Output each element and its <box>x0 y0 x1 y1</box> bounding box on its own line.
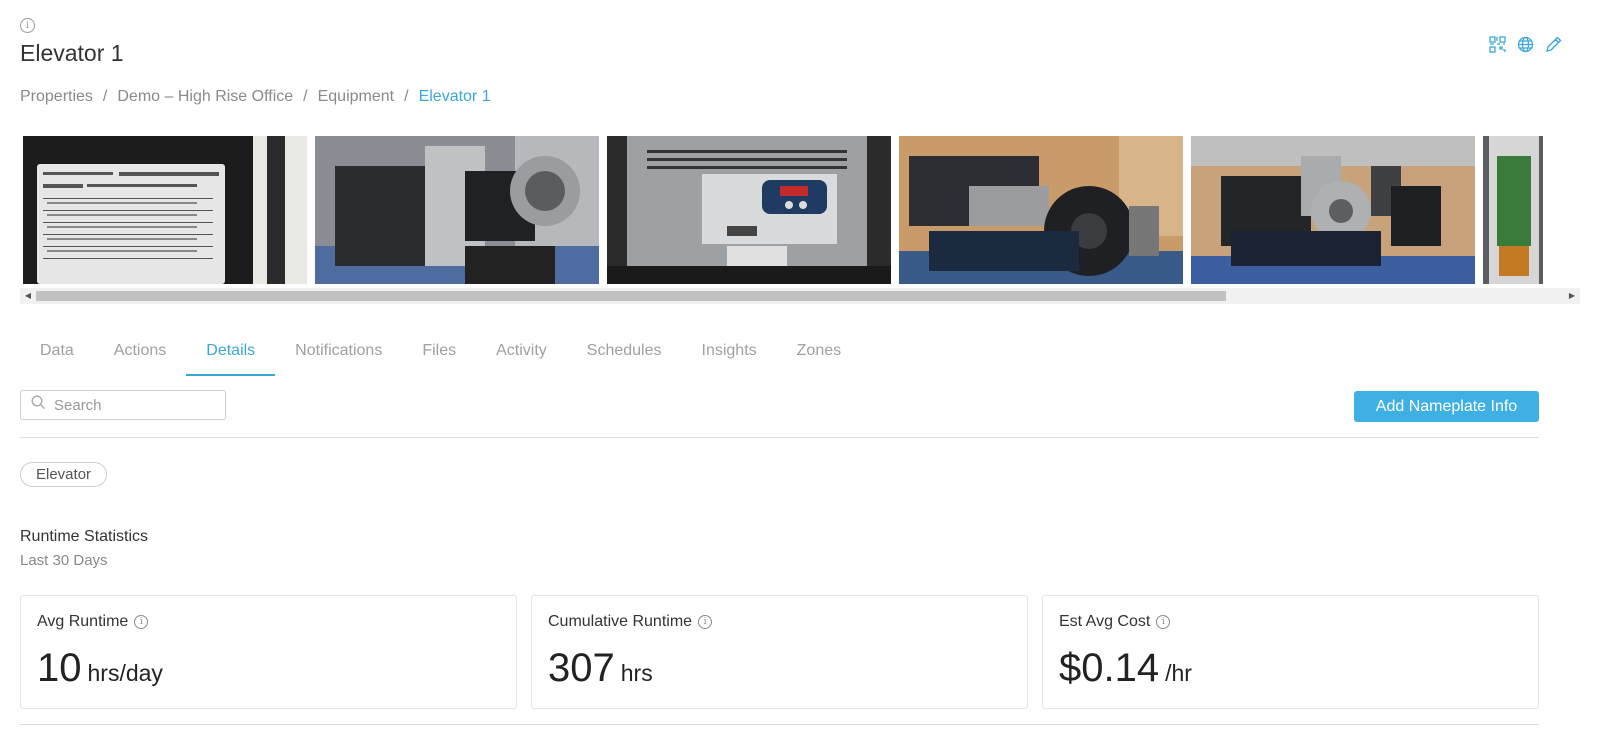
est-avg-cost-card: Est Avg Cost i $0.14/hr <box>1042 595 1539 709</box>
qr-code-icon[interactable] <box>1487 34 1507 54</box>
elevator-machine-photo[interactable] <box>1191 136 1475 284</box>
pencil-icon[interactable] <box>1543 34 1563 54</box>
search-box <box>20 390 226 420</box>
tab-insights[interactable]: Insights <box>682 330 777 376</box>
search-icon <box>31 395 46 415</box>
breadcrumb-item-property[interactable]: Demo – High Rise Office <box>117 88 293 106</box>
nameplate-label-photo[interactable] <box>23 136 307 284</box>
header-actions <box>1487 34 1563 54</box>
globe-icon[interactable] <box>1515 34 1535 54</box>
breadcrumb-separator: / <box>102 88 108 105</box>
info-icon[interactable]: i <box>20 18 35 33</box>
card-unit: /hr <box>1165 660 1192 686</box>
add-nameplate-info-button[interactable]: Add Nameplate Info <box>1354 391 1539 422</box>
scrollbar-thumb[interactable] <box>36 291 1226 301</box>
cumulative-runtime-card: Cumulative Runtime i 307 hrs <box>531 595 1028 709</box>
tab-zones[interactable]: Zones <box>777 330 861 376</box>
machine-room-photo[interactable] <box>899 136 1183 284</box>
tab-schedules[interactable]: Schedules <box>567 330 682 376</box>
card-value: 307 <box>548 646 615 690</box>
card-unit: hrs <box>620 660 653 686</box>
breadcrumb-separator: / <box>303 88 308 105</box>
runtime-statistics-subtitle: Last 30 Days <box>20 552 108 569</box>
breadcrumb-item-equipment[interactable]: Equipment <box>318 88 395 106</box>
page-title: Elevator 1 <box>20 40 124 66</box>
info-icon[interactable]: i <box>698 615 713 629</box>
card-label: Cumulative Runtime <box>548 613 693 630</box>
avg-runtime-card: Avg Runtime i 10 hrs/day <box>20 595 517 709</box>
breadcrumb-separator: / <box>404 88 409 105</box>
motor-side-photo[interactable] <box>315 136 599 284</box>
drive-controller-photo[interactable] <box>607 136 891 284</box>
tab-bar: Data Actions Details Notifications Files… <box>20 330 861 376</box>
card-value: $0.14 <box>1059 646 1160 690</box>
scroll-left-icon[interactable]: ◀ <box>23 291 33 301</box>
tab-notifications[interactable]: Notifications <box>275 330 402 376</box>
control-cabinet-photo[interactable] <box>1483 136 1543 284</box>
search-input[interactable] <box>54 396 214 414</box>
divider <box>20 724 1539 725</box>
breadcrumb-current: Elevator 1 <box>418 88 491 105</box>
photo-gallery <box>20 136 1580 286</box>
divider <box>20 437 1539 438</box>
runtime-statistics-title: Runtime Statistics <box>20 528 149 545</box>
tab-files[interactable]: Files <box>402 330 476 376</box>
card-value: 10 <box>37 646 82 690</box>
tab-data[interactable]: Data <box>20 330 94 376</box>
card-unit: hrs/day <box>87 660 163 686</box>
info-icon[interactable]: i <box>1156 615 1171 629</box>
info-icon[interactable]: i <box>134 615 149 629</box>
card-label: Est Avg Cost <box>1059 613 1151 630</box>
tab-activity[interactable]: Activity <box>476 330 567 376</box>
gallery-scrollbar[interactable]: ◀ ▶ <box>20 288 1580 304</box>
scroll-right-icon[interactable]: ▶ <box>1567 291 1577 301</box>
breadcrumb: Properties / Demo – High Rise Office / E… <box>20 88 491 106</box>
tab-details[interactable]: Details <box>186 330 276 376</box>
breadcrumb-item-properties[interactable]: Properties <box>20 88 93 106</box>
card-label: Avg Runtime <box>37 613 129 630</box>
equipment-type-tag[interactable]: Elevator <box>20 462 108 487</box>
tab-actions[interactable]: Actions <box>94 330 186 376</box>
